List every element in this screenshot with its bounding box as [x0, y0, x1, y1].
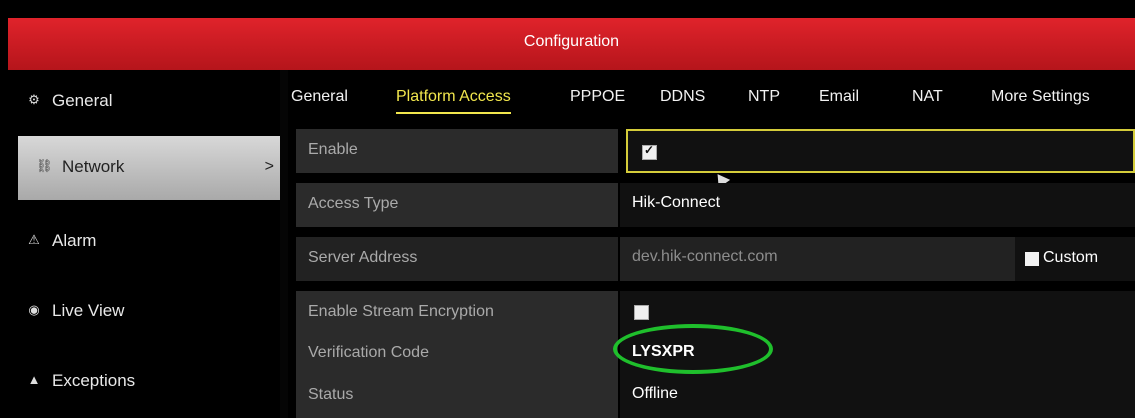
verification-code-value: LYSXPR [632, 343, 695, 360]
sidebar-item-label: General [52, 91, 113, 110]
status-value-cell: Offline [620, 374, 1135, 418]
tab-bar: General Platform Access PPPOE DDNS NTP E… [288, 70, 1135, 120]
status-row: Status Offline [296, 374, 1135, 418]
access-type-row: Access Type Hik-Connect [296, 183, 1135, 227]
custom-toggle[interactable]: Custom [1015, 237, 1135, 281]
tab-nat[interactable]: NAT [912, 88, 943, 106]
sidebar-item-network[interactable]: ⛓ Network > [18, 136, 286, 200]
server-address-value-cell: dev.hik-connect.com Custom [620, 237, 1135, 281]
tab-pppoe[interactable]: PPPOE [570, 88, 625, 106]
title-bar: Configuration [8, 18, 1135, 70]
stream-encryption-label-cell: Enable Stream Encryption [296, 291, 618, 335]
server-address-row: Server Address dev.hik-connect.com Custo… [296, 237, 1135, 281]
tab-platform-access[interactable]: Platform Access [396, 88, 511, 114]
enable-label-cell: Enable [296, 129, 618, 173]
tab-general[interactable]: General [291, 88, 348, 106]
tab-more-settings[interactable]: More Settings [991, 88, 1090, 106]
custom-checkbox[interactable] [1025, 252, 1039, 266]
access-type-value-cell[interactable]: Hik-Connect [620, 183, 1135, 227]
sidebar-item-alarm[interactable]: ⚠ Alarm [8, 210, 278, 274]
status-value: Offline [632, 385, 678, 402]
sidebar: ⚙ General ⛓ Network > ⚠ Alarm ◉ Live Vie… [8, 70, 286, 418]
verification-code-value-cell[interactable]: LYSXPR [613, 324, 1135, 376]
access-type-label: Access Type [308, 195, 399, 212]
sidebar-divider [280, 70, 288, 418]
custom-label: Custom [1043, 249, 1099, 266]
settings-panel: Enable Access Type Hik-Connect Server Ad… [288, 120, 1135, 418]
access-type-label-cell: Access Type [296, 183, 618, 227]
enable-row: Enable [296, 129, 1135, 188]
sidebar-item-live-view[interactable]: ◉ Live View [8, 280, 278, 344]
tab-ntp[interactable]: NTP [748, 88, 780, 106]
status-label-cell: Status [296, 374, 618, 418]
sidebar-item-general[interactable]: ⚙ General [8, 70, 278, 134]
verification-code-row: Verification Code LYSXPR [296, 324, 1135, 376]
access-type-value: Hik-Connect [632, 194, 721, 211]
stream-encryption-label: Enable Stream Encryption [308, 303, 494, 320]
page-title: Configuration [523, 33, 620, 50]
server-address-label: Server Address [308, 249, 418, 266]
status-label: Status [308, 386, 354, 403]
enable-label: Enable [308, 141, 358, 158]
enable-value-cell[interactable] [626, 129, 1135, 173]
sidebar-item-exceptions[interactable]: ▲ Exceptions [8, 350, 278, 414]
alarm-icon: ⚠ [28, 232, 40, 247]
verification-code-label-cell: Verification Code [296, 332, 618, 376]
eye-icon: ◉ [28, 302, 40, 317]
warning-icon: ▲ [27, 372, 41, 387]
gear-icon: ⚙ [28, 92, 40, 107]
server-address-value: dev.hik-connect.com [632, 248, 778, 265]
enable-checkbox[interactable] [642, 143, 657, 160]
chevron-right-icon: > [264, 158, 274, 175]
sidebar-item-label: Exceptions [52, 371, 136, 390]
tab-ddns[interactable]: DDNS [660, 88, 705, 106]
verification-code-label: Verification Code [308, 344, 429, 361]
tab-email[interactable]: Email [819, 88, 859, 106]
server-address-label-cell: Server Address [296, 237, 618, 281]
app-window: Configuration ⚙ General ⛓ Network > ⚠ Al… [0, 0, 1135, 418]
sidebar-item-label: Network [62, 157, 125, 176]
sidebar-item-label: Alarm [52, 231, 97, 250]
stream-encryption-checkbox[interactable] [634, 305, 649, 320]
sidebar-item-label: Live View [52, 301, 125, 320]
network-icon: ⛓ [36, 158, 53, 173]
